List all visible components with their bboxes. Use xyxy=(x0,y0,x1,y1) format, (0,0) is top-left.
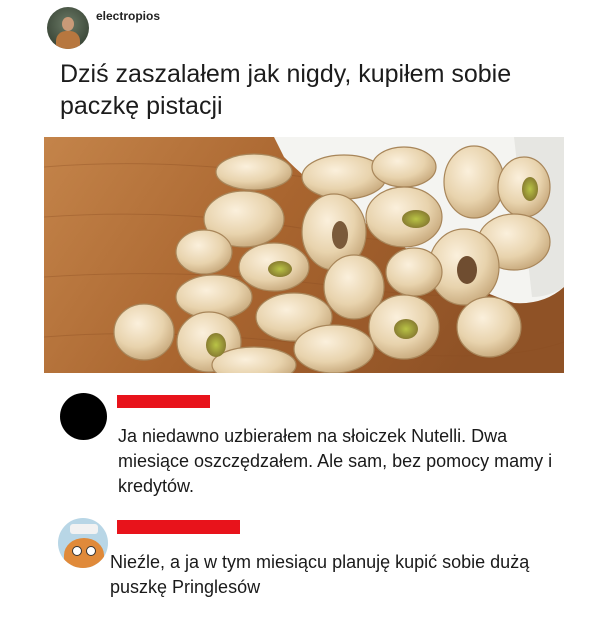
post-photo-pistachios[interactable] xyxy=(44,137,564,373)
post-title: Dziś zaszalałem jak nigdy, kupiłem sobie… xyxy=(60,60,512,120)
comment-text: Ja niedawno uzbierałem na słoiczek Nutel… xyxy=(118,426,553,496)
post-author-username[interactable]: electropios xyxy=(96,9,160,23)
avatar-character xyxy=(64,538,104,568)
comment-text: Nieźle, a ja w tym miesiącu planuję kupi… xyxy=(110,552,530,597)
avatar-body xyxy=(56,31,80,49)
redacted-username-bar xyxy=(117,520,240,534)
pistachio-illustration xyxy=(44,137,564,373)
post-author-avatar[interactable] xyxy=(47,7,89,49)
comment-avatar-redacted[interactable] xyxy=(60,393,107,440)
avatar-hat xyxy=(70,524,98,534)
avatar-eye xyxy=(86,546,96,556)
avatar-face xyxy=(62,17,74,31)
redacted-username-bar xyxy=(117,395,210,408)
comment-avatar[interactable] xyxy=(58,518,108,568)
avatar-eye xyxy=(72,546,82,556)
